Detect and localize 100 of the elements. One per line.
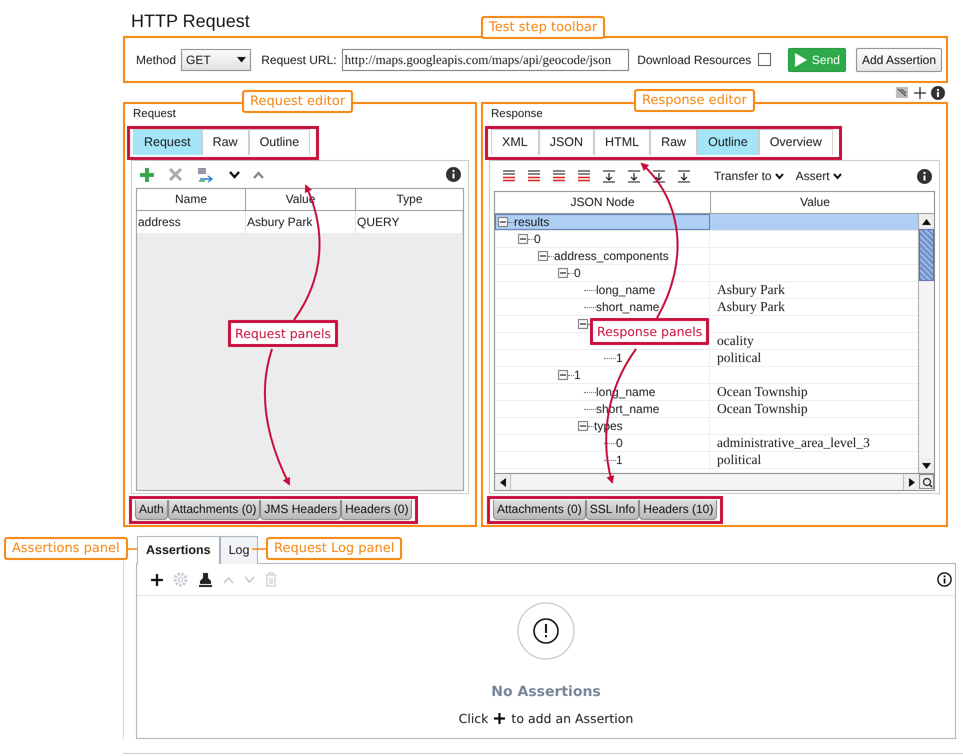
zoom-icon[interactable] <box>919 474 934 489</box>
editor-tab[interactable]: HTML <box>594 129 650 155</box>
annotation-label: Request editor <box>242 90 354 113</box>
add-assertion-button[interactable]: Add Assertion <box>856 48 942 72</box>
editor-tab[interactable]: XML <box>491 129 539 155</box>
info-icon[interactable] <box>917 168 932 184</box>
arrow-line-icon[interactable] <box>627 170 641 182</box>
editor-tab[interactable]: Overview <box>758 129 833 155</box>
tree-node-label: 0 <box>574 266 581 280</box>
tree-node-value: Ocean Township <box>717 401 808 416</box>
assert-menu[interactable]: Assert <box>796 169 842 183</box>
tree-row[interactable]: 1 <box>495 367 918 384</box>
expander-icon[interactable] <box>578 421 588 431</box>
tree-node-value: Ocean Township <box>717 384 808 399</box>
scroll-up-icon[interactable] <box>922 218 931 224</box>
lines-icon[interactable] <box>502 170 516 182</box>
expander-icon[interactable] <box>538 251 548 261</box>
tree-row[interactable]: 1 political <box>495 350 918 367</box>
panel-tab[interactable]: Headers (10) <box>639 500 718 520</box>
chevron-down-icon <box>832 172 842 180</box>
url-label: Request URL: <box>261 52 337 66</box>
method-label: Method <box>136 52 176 66</box>
add-icon[interactable] <box>151 574 163 586</box>
tree-node-value: Asbury Park <box>717 299 785 314</box>
panel-title: Response <box>490 107 544 122</box>
tree-node-label: short_name <box>596 300 660 314</box>
scrollbar-thumb[interactable] <box>919 229 934 281</box>
chevron-down-icon[interactable] <box>229 170 240 178</box>
tree-node-label: long_name <box>596 283 656 297</box>
lines-icon[interactable] <box>552 170 566 182</box>
expander-icon[interactable] <box>498 217 508 227</box>
layout-icon[interactable] <box>895 86 909 99</box>
arrow-line-icon[interactable] <box>652 170 666 182</box>
info-icon[interactable] <box>931 86 945 100</box>
annotation-label: Request Log panel <box>266 537 402 560</box>
tree-node-label: address_components <box>554 249 669 263</box>
panel-tab[interactable]: JMS Headers <box>260 500 342 520</box>
tree-row[interactable]: 0 <box>495 231 918 248</box>
annotation-label: Test step toolbar <box>481 16 606 39</box>
tree-node-label: 1 <box>616 351 623 365</box>
lines-icon[interactable] <box>527 170 541 182</box>
editor-tab[interactable]: Outline <box>248 129 310 155</box>
editor-tab[interactable]: Request <box>133 129 202 155</box>
table-cell[interactable]: QUERY <box>356 211 463 233</box>
editor-tab[interactable]: Raw <box>650 129 698 155</box>
expander-icon[interactable] <box>558 370 568 380</box>
transfer-menu[interactable]: Transfer to <box>714 169 784 183</box>
vertical-scrollbar[interactable] <box>918 214 934 473</box>
annotation-label: Request panels <box>228 320 338 347</box>
info-icon[interactable] <box>446 167 461 182</box>
expander-icon[interactable] <box>558 268 568 278</box>
info-icon[interactable] <box>937 572 952 587</box>
panel-tab[interactable]: Auth <box>135 500 168 520</box>
arrow-line-icon[interactable] <box>602 170 616 182</box>
editor-tab[interactable]: Outline <box>697 129 759 155</box>
plus-icon[interactable] <box>914 86 926 98</box>
table-cell[interactable]: Asbury Park <box>246 211 356 233</box>
panel-tab[interactable]: Attachments (0) <box>493 500 586 520</box>
url-field[interactable]: http://maps.googleapis.com/maps/api/geocode/json <box>342 48 630 70</box>
download-checkbox[interactable] <box>758 53 771 66</box>
editor-tab[interactable]: JSON <box>538 129 594 155</box>
hint-text: Click <box>458 711 488 726</box>
panel-tab[interactable]: SSL Info <box>586 500 640 520</box>
panel-tab[interactable]: Log <box>220 536 258 564</box>
caret-icon <box>237 56 246 62</box>
lines-icon[interactable] <box>577 170 591 182</box>
tree-row[interactable]: 0 <box>495 265 918 282</box>
panel-tab[interactable]: Assertions <box>137 536 220 564</box>
tree-row[interactable]: 0 administrative_area_level_3 <box>495 435 918 452</box>
tree-row[interactable]: address_components <box>495 248 918 265</box>
horizontal-scrollbar[interactable] <box>495 474 919 490</box>
panel-tab[interactable]: Headers (0) <box>341 500 412 520</box>
tree-node-label: 1 <box>616 453 623 467</box>
scroll-left-icon[interactable] <box>500 478 506 486</box>
tree-node-value: political <box>717 452 762 467</box>
annotation-label: Response editor <box>634 89 755 112</box>
scroll-right-icon[interactable] <box>908 478 914 486</box>
tree-row[interactable]: long_name Asbury Park <box>495 282 918 299</box>
scroll-down-icon[interactable] <box>922 462 931 468</box>
hint-text: to add an Assertion <box>511 711 634 726</box>
column-header[interactable]: Value <box>711 192 919 213</box>
download-label: Download Resources <box>637 52 752 66</box>
panel-tab[interactable]: Attachments (0) <box>168 500 260 520</box>
stamp-icon[interactable] <box>198 572 213 587</box>
plus-icon <box>494 713 506 724</box>
table-cell[interactable]: address <box>137 211 246 233</box>
encode-icon[interactable] <box>196 166 216 182</box>
tree-row[interactable]: short_name Asbury Park <box>495 299 918 316</box>
method-dropdown[interactable]: GET <box>181 48 252 70</box>
panel-title: Request <box>132 107 177 122</box>
arrow-line-icon[interactable] <box>677 170 691 182</box>
column-header[interactable]: JSON Node <box>495 192 711 213</box>
expander-icon[interactable] <box>518 234 528 244</box>
editor-tab[interactable]: Raw <box>202 129 249 155</box>
window-title: HTTP Request <box>130 10 250 33</box>
empty-state-title: No Assertions <box>491 684 601 700</box>
tree-row[interactable]: results <box>495 214 918 231</box>
tree-row[interactable]: 1 political <box>495 452 918 469</box>
expander-icon[interactable] <box>578 319 588 329</box>
tree-node-label: results <box>514 215 550 229</box>
